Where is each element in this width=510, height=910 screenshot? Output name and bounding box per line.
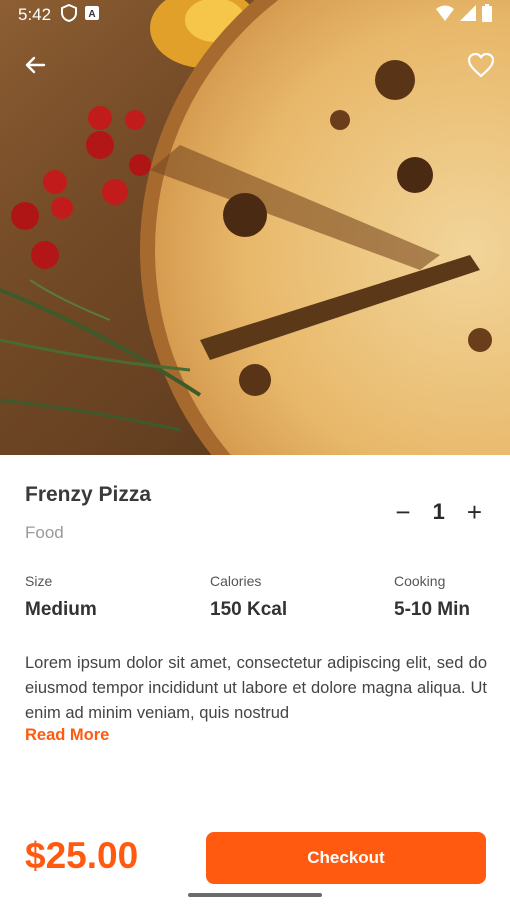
product-details: Frenzy Pizza Food − 1 + Size Medium Calo…	[0, 455, 510, 910]
product-stats: Size Medium Calories 150 Kcal Cooking 5-…	[25, 573, 485, 623]
stat-label: Cooking	[394, 573, 446, 589]
quantity-value: 1	[432, 499, 445, 524]
wifi-icon	[436, 5, 454, 26]
product-title: Frenzy Pizza	[25, 483, 152, 506]
pizza-photo	[0, 0, 510, 455]
stat-size: Size Medium	[25, 573, 97, 621]
back-button[interactable]	[18, 48, 52, 82]
stat-value: 150 Kcal	[210, 599, 288, 620]
status-time: 5:42	[18, 5, 52, 24]
product-description: Lorem ipsum dolor sit amet, consectetur …	[25, 654, 487, 722]
favorite-button[interactable]	[464, 48, 498, 82]
heart-outline-icon	[467, 52, 495, 78]
status-bar: 5:42 A	[0, 0, 510, 30]
stat-value: 5-10 Min	[394, 599, 471, 620]
battery-icon	[482, 3, 492, 27]
a-box-icon: A	[85, 5, 100, 25]
svg-text:A: A	[88, 9, 95, 20]
product-price: $25.00	[25, 835, 139, 876]
product-category: Food	[25, 523, 64, 542]
stat-calories: Calories 150 Kcal	[210, 573, 287, 621]
decrease-quantity-button[interactable]: −	[395, 499, 410, 525]
stat-cooking: Cooking 5-10 Min	[394, 573, 470, 621]
checkout-button[interactable]: Checkout	[206, 832, 486, 884]
stat-value: Medium	[25, 599, 97, 620]
hero-image: 5:42 A	[0, 0, 510, 455]
quantity-stepper: − 1 +	[395, 499, 482, 525]
stat-label: Size	[25, 573, 53, 589]
read-more-link[interactable]: Read More	[25, 726, 109, 745]
arrow-left-icon	[25, 56, 46, 74]
shield-icon	[61, 3, 78, 27]
home-indicator[interactable]	[188, 893, 322, 897]
signal-icon	[460, 4, 476, 26]
stat-label: Calories	[210, 573, 262, 589]
increase-quantity-button[interactable]: +	[467, 499, 482, 525]
